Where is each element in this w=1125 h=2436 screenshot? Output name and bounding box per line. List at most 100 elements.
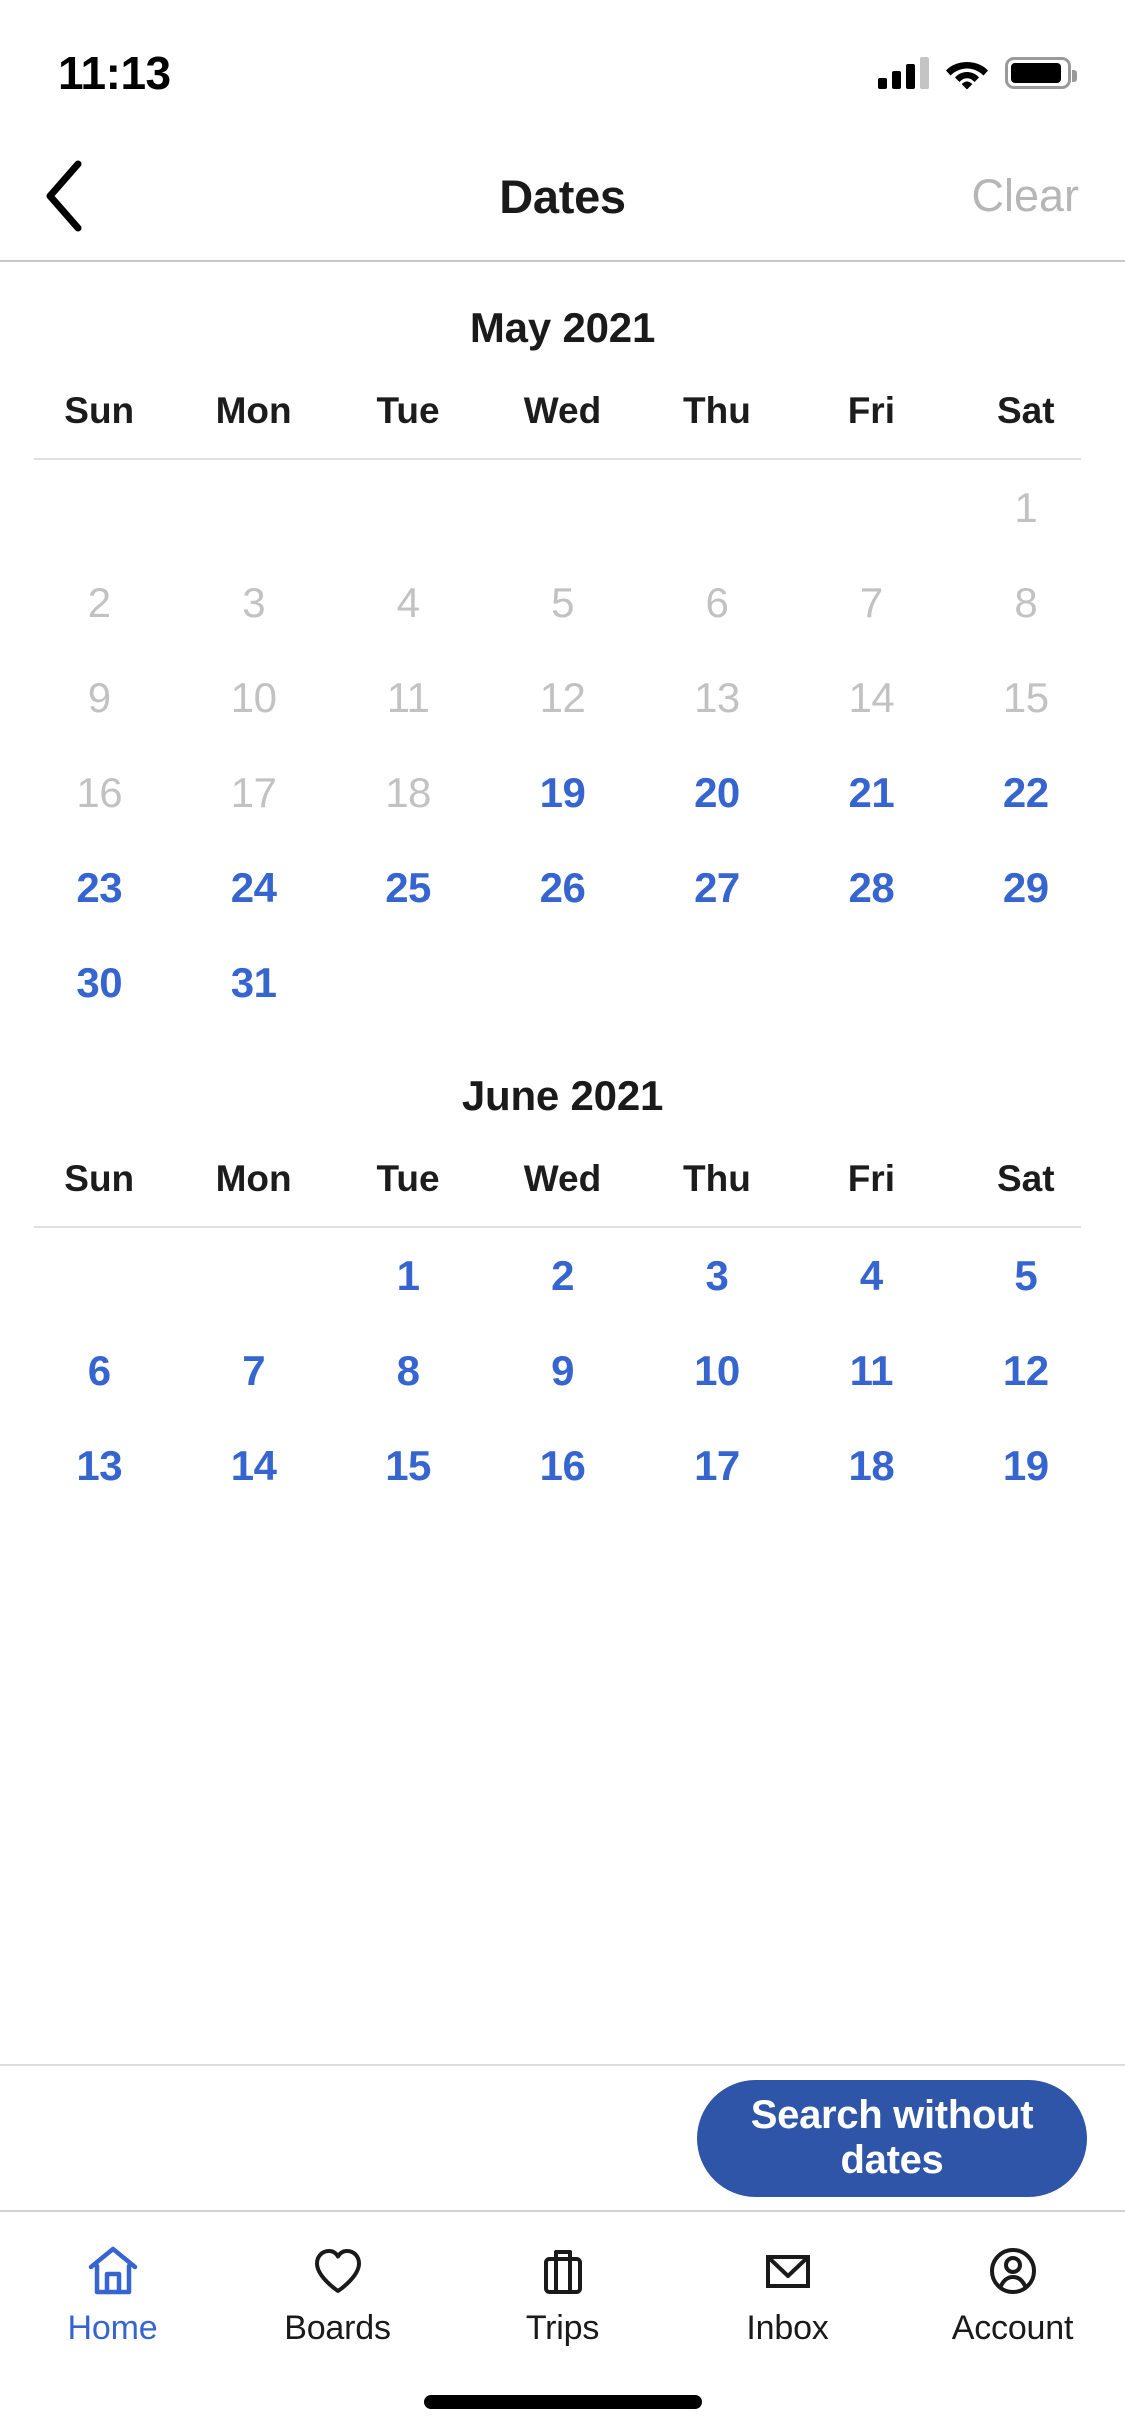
date-cell-empty	[22, 1228, 176, 1323]
weekday-label-tue: Tue	[376, 1158, 440, 1199]
date-cell[interactable]: 19	[485, 745, 639, 840]
tab-label-boards: Boards	[284, 2308, 391, 2347]
heart-icon	[310, 2243, 366, 2299]
tab-item-home[interactable]: Home	[0, 2212, 225, 2368]
date-cell-empty	[176, 460, 330, 555]
date-cell[interactable]: 27	[640, 840, 794, 935]
tab-label-trips: Trips	[525, 2308, 600, 2347]
date-cell[interactable]: 7	[176, 1323, 330, 1418]
status-bar: 11:13	[0, 0, 1125, 132]
chevron-left-icon	[46, 160, 82, 232]
envelope-icon	[760, 2243, 816, 2299]
date-cell[interactable]: 5	[949, 1228, 1103, 1323]
date-cell: 15	[1002, 673, 1049, 721]
page-title: Dates	[499, 169, 626, 223]
date-cell[interactable]: 8	[331, 1323, 485, 1418]
weekday-label-fri: Fri	[847, 390, 895, 431]
date-cell-empty	[22, 460, 176, 555]
date-cell[interactable]: 1	[331, 1228, 485, 1323]
date-cell[interactable]: 14	[176, 1418, 330, 1513]
date-cell[interactable]: 29	[949, 840, 1103, 935]
date-cell-empty	[794, 460, 948, 555]
home-indicator-area	[0, 2368, 1125, 2436]
date-cell: 11	[386, 673, 430, 721]
weekday-label-fri: Fri	[847, 1158, 895, 1199]
back-button[interactable]	[40, 156, 120, 236]
calendar-scroll-area[interactable]: May 2021 Sun Mon Tue Wed Thu Fri Sat 1 2 3 4 5 6 7 8 9 10…	[0, 262, 1125, 2064]
weekday-header-row: Sun Mon Tue Wed Thu Fri Sat	[0, 378, 1125, 454]
date-cell[interactable]: 10	[640, 1323, 794, 1418]
date-cell: 2	[87, 578, 111, 626]
tab-item-inbox[interactable]: Inbox	[675, 2212, 900, 2368]
date-cell-empty	[176, 1228, 330, 1323]
home-icon	[85, 2243, 141, 2299]
date-cell: 17	[230, 768, 277, 816]
date-cell: 12	[539, 673, 586, 721]
clear-button[interactable]: Clear	[971, 170, 1079, 222]
weekday-label-mon: Mon	[215, 1158, 292, 1199]
date-cell[interactable]: 26	[485, 840, 639, 935]
tab-label-account: Account	[951, 2308, 1074, 2347]
month-block: May 2021 Sun Mon Tue Wed Thu Fri Sat 1 2 3 4 5 6 7 8 9 10…	[0, 262, 1125, 1030]
weekday-label-tue: Tue	[376, 390, 440, 431]
month-title: June 2021	[461, 1072, 664, 1119]
date-cell[interactable]: 4	[794, 1228, 948, 1323]
date-cell: 13	[694, 673, 740, 721]
search-without-dates-button[interactable]: Search without dates	[697, 2079, 1087, 2197]
date-cell[interactable]: 15	[331, 1418, 485, 1513]
date-cell: 3	[242, 578, 266, 626]
date-cell[interactable]: 19	[949, 1418, 1103, 1513]
date-cell[interactable]: 21	[794, 745, 948, 840]
weekday-label-sun: Sun	[64, 1158, 135, 1199]
date-cell[interactable]: 23	[22, 840, 176, 935]
nav-bar: Dates Clear	[0, 132, 1125, 262]
status-bar-icons	[878, 43, 1077, 89]
date-cell[interactable]: 24	[176, 840, 330, 935]
date-cell: 4	[396, 578, 420, 626]
date-cell[interactable]: 18	[794, 1418, 948, 1513]
wifi-icon	[946, 62, 988, 89]
weekday-label-sat: Sat	[996, 390, 1055, 431]
suitcase-icon	[535, 2243, 591, 2299]
tab-item-account[interactable]: Account	[900, 2212, 1125, 2368]
date-cell[interactable]: 3	[640, 1228, 794, 1323]
month-title: May 2021	[469, 304, 656, 351]
date-cell[interactable]: 13	[22, 1418, 176, 1513]
cellular-signal-icon	[878, 57, 929, 89]
date-cell[interactable]: 25	[331, 840, 485, 935]
date-cell: 1	[1014, 483, 1038, 531]
phone-screen: 11:13 Dates Clear May 2021 Sun Mon Tue Wed	[0, 0, 1125, 2436]
date-cell: 7	[859, 578, 883, 626]
date-cell: 10	[230, 673, 277, 721]
date-cell-empty	[640, 460, 794, 555]
person-circle-icon	[985, 2243, 1041, 2299]
battery-icon	[1005, 57, 1077, 89]
date-cell[interactable]: 31	[176, 935, 330, 1030]
date-cell[interactable]: 28	[794, 840, 948, 935]
weekday-label-mon: Mon	[215, 390, 292, 431]
date-cell-empty	[485, 460, 639, 555]
date-cell[interactable]: 6	[22, 1323, 176, 1418]
tab-label-home: Home	[67, 2308, 158, 2347]
date-cell[interactable]: 9	[485, 1323, 639, 1418]
date-cell: 16	[76, 768, 123, 816]
date-grid: 1 2 3 4 5 6 7 8 9 10 11 12 13 14 15 16 17 18 19	[0, 1228, 1125, 1513]
tab-item-trips[interactable]: Trips	[450, 2212, 675, 2368]
date-cell[interactable]: 11	[794, 1323, 948, 1418]
date-cell: 5	[551, 578, 574, 626]
date-cell: 18	[385, 768, 431, 816]
weekday-label-sun: Sun	[64, 390, 135, 431]
home-indicator[interactable]	[423, 2395, 702, 2409]
date-cell[interactable]: 22	[949, 745, 1103, 840]
bottom-tab-bar: Home Boards Trips Inbox Account	[0, 2210, 1125, 2368]
date-cell[interactable]: 2	[485, 1228, 639, 1323]
date-cell[interactable]: 30	[22, 935, 176, 1030]
date-cell[interactable]: 17	[640, 1418, 794, 1513]
tab-item-boards[interactable]: Boards	[225, 2212, 450, 2368]
date-cell[interactable]: 20	[640, 745, 794, 840]
weekday-label-thu: Thu	[683, 1158, 751, 1199]
date-cell[interactable]: 16	[485, 1418, 639, 1513]
weekday-label-thu: Thu	[683, 390, 751, 431]
date-cell: 8	[1014, 578, 1038, 626]
date-cell[interactable]: 12	[949, 1323, 1103, 1418]
